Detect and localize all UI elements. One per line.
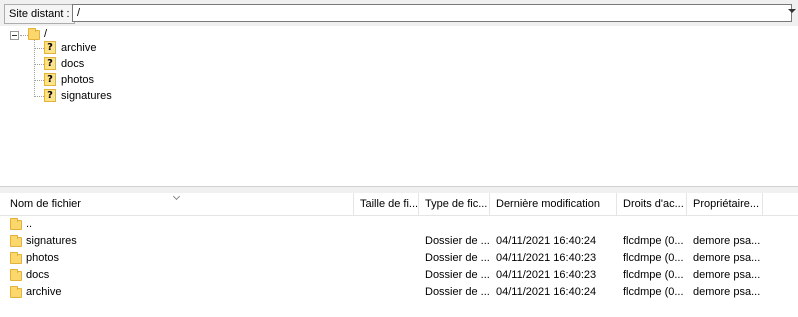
- folder-icon: [10, 252, 22, 264]
- table-row[interactable]: docs Dossier de ... 04/11/2021 16:40:23 …: [0, 267, 798, 284]
- cell-type: Dossier de ...: [425, 286, 489, 298]
- cell-owner: demore psa...: [693, 286, 761, 298]
- table-row[interactable]: signatures Dossier de ... 04/11/2021 16:…: [0, 233, 798, 250]
- cell-modified: 04/11/2021 16:40:23: [496, 252, 597, 264]
- folder-icon: [10, 286, 22, 298]
- cell-owner: demore psa...: [693, 252, 761, 264]
- cell-rights: flcdmpe (0...: [623, 235, 684, 247]
- cell-filename: photos: [26, 252, 60, 264]
- remote-path-value: /: [77, 7, 81, 19]
- table-row[interactable]: photos Dossier de ... 04/11/2021 16:40:2…: [0, 250, 798, 267]
- sort-indicator-icon: [174, 194, 180, 200]
- file-list-header: Nom de fichier Taille de fi... Type de f…: [0, 193, 798, 216]
- cell-rights: flcdmpe (0...: [623, 286, 684, 298]
- collapse-icon[interactable]: [10, 31, 19, 40]
- folder-icon: [10, 269, 22, 281]
- table-row[interactable]: ..: [0, 216, 798, 233]
- cell-rights: flcdmpe (0...: [623, 269, 684, 281]
- cell-filename: docs: [26, 269, 50, 281]
- column-header-rights[interactable]: Droits d'ac...: [617, 193, 687, 215]
- column-header-type[interactable]: Type de fic...: [419, 193, 490, 215]
- column-header-modified[interactable]: Dernière modification: [490, 193, 617, 215]
- tree-item-signatures[interactable]: signatures: [61, 89, 112, 103]
- cell-modified: 04/11/2021 16:40:24: [496, 235, 597, 247]
- tree-item-photos[interactable]: photos: [61, 73, 94, 87]
- question-folder-icon: ?: [44, 57, 56, 70]
- remote-site-bar: Site distant : /: [0, 0, 798, 27]
- cell-type: Dossier de ...: [425, 269, 489, 281]
- cell-modified: 04/11/2021 16:40:24: [496, 286, 597, 298]
- tree-item-root[interactable]: /: [44, 27, 47, 41]
- cell-filename: archive: [26, 286, 62, 298]
- remote-file-list[interactable]: Nom de fichier Taille de fi... Type de f…: [0, 193, 798, 317]
- cell-owner: demore psa...: [693, 269, 761, 281]
- column-header-size[interactable]: Taille de fi...: [354, 193, 419, 215]
- cell-filename: signatures: [26, 235, 77, 247]
- table-row[interactable]: archive Dossier de ... 04/11/2021 16:40:…: [0, 284, 798, 301]
- cell-rights: flcdmpe (0...: [623, 252, 684, 264]
- folder-icon: [10, 218, 22, 230]
- chevron-down-icon[interactable]: [788, 9, 796, 13]
- tree-item-docs[interactable]: docs: [61, 57, 84, 71]
- column-header-owner[interactable]: Propriétaire...: [687, 193, 763, 215]
- cell-owner: demore psa...: [693, 235, 761, 247]
- tree-item-archive[interactable]: archive: [61, 41, 96, 55]
- folder-icon: [28, 28, 40, 40]
- question-folder-icon: ?: [44, 73, 56, 86]
- cell-modified: 04/11/2021 16:40:23: [496, 269, 597, 281]
- folder-icon: [10, 235, 22, 247]
- cell-filename: ..: [26, 218, 33, 230]
- remote-directory-tree[interactable]: / ? archive ? docs ? photos ? signatures: [0, 26, 798, 186]
- question-folder-icon: ?: [44, 89, 56, 102]
- remote-site-label: Site distant :: [4, 4, 75, 24]
- question-folder-icon: ?: [44, 41, 56, 54]
- cell-type: Dossier de ...: [425, 252, 489, 264]
- remote-path-combobox[interactable]: /: [72, 4, 792, 22]
- cell-type: Dossier de ...: [425, 235, 489, 247]
